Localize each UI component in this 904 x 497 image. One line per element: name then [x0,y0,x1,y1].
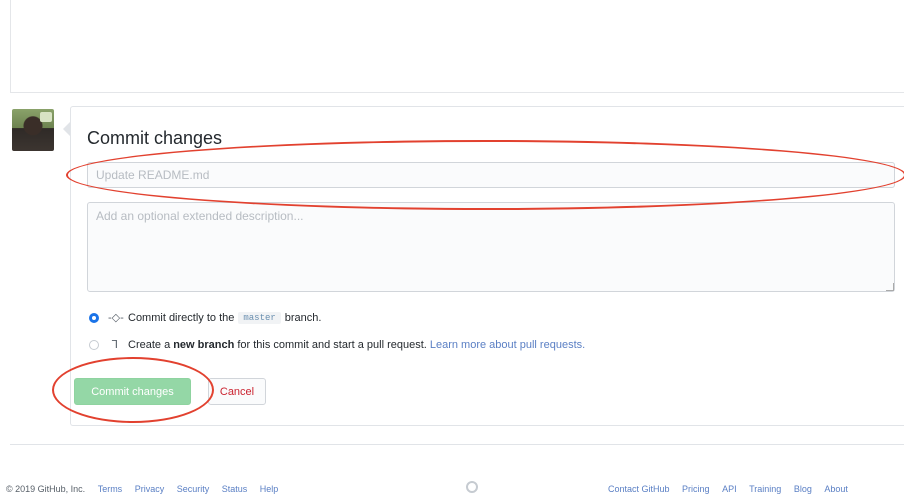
footer-link-blog[interactable]: Blog [794,484,812,494]
new-branch-option[interactable]: ⅂ Create a new branch for this commit an… [89,338,585,351]
commit-summary-input[interactable] [87,162,895,188]
footer-link-api[interactable]: API [722,484,737,494]
new-branch-bold: new branch [173,338,235,351]
footer-link-help[interactable]: Help [260,484,279,494]
footer-link-security[interactable]: Security [177,484,210,494]
footer-link-status[interactable]: Status [222,484,248,494]
git-pull-request-icon: ⅂ [111,339,119,351]
commit-direct-option[interactable]: -◇- Commit directly to the master branch… [89,311,321,324]
commit-direct-text: Commit directly to the [128,311,235,324]
footer-left: © 2019 GitHub, Inc. Terms Privacy Securi… [6,484,278,494]
avatar [12,109,54,151]
footer-link-terms[interactable]: Terms [98,484,123,494]
footer-link-about[interactable]: About [824,484,848,494]
file-editor-panel [10,0,904,93]
footer-link-contact[interactable]: Contact GitHub [608,484,670,494]
new-branch-text: Create a [128,338,171,351]
branch-name: master [238,311,281,324]
commit-direct-text-after: branch. [284,311,322,324]
commit-changes-button[interactable]: Commit changes [74,378,191,405]
new-branch-radio[interactable] [89,339,99,350]
footer-link-pricing[interactable]: Pricing [682,484,710,494]
footer-link-training[interactable]: Training [749,484,781,494]
commit-title: Commit changes [87,128,223,148]
commit-description-input[interactable] [87,202,895,292]
git-commit-icon: -◇- [108,312,124,324]
commit-direct-radio[interactable] [89,312,99,323]
copyright: © 2019 GitHub, Inc. [6,484,86,494]
footer-link-privacy[interactable]: Privacy [135,484,165,494]
footer-right: Contact GitHub Pricing API Training Blog… [608,484,904,494]
new-branch-text-after: for this commit and start a pull request… [237,338,427,351]
footer-divider [10,444,904,445]
learn-more-link[interactable]: Learn more about pull requests. [430,339,585,351]
github-logo-icon[interactable] [466,481,478,493]
cancel-button[interactable]: Cancel [208,378,266,405]
commit-page: Commit changes -◇- Commit directly to th… [0,0,904,497]
resize-handle-icon[interactable] [886,283,894,291]
